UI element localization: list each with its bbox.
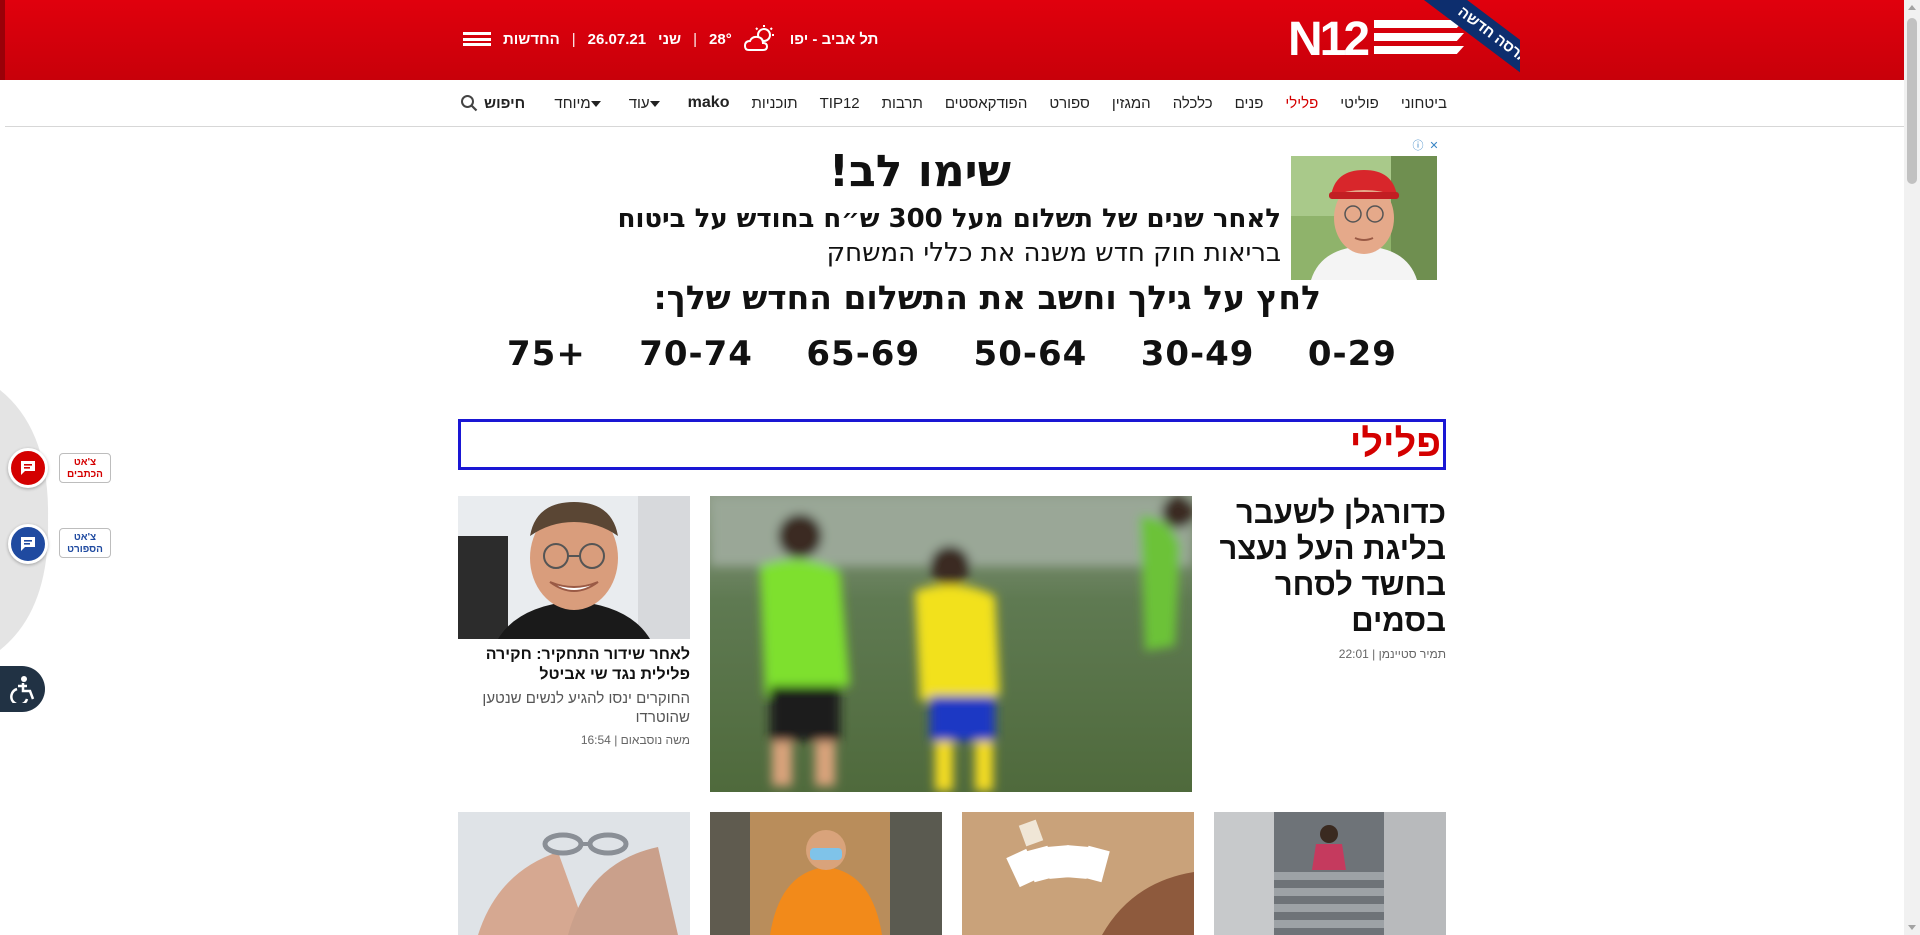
article-thumbnail-court[interactable] [710, 812, 942, 935]
ad-title: שימו לב! [828, 146, 1011, 197]
news-menu-group: תל אביב - יפו 28° | שני 26.07.21 | החדשו… [463, 24, 878, 54]
age-option[interactable]: 65-69 [806, 334, 920, 374]
chat-sport-button[interactable] [8, 524, 48, 564]
byline: משה נוסבאום | 16:54 [458, 733, 690, 747]
byline: תמיר סטיינמן | 22:01 [1214, 647, 1446, 661]
info-icon[interactable]: ⓘ [1411, 138, 1425, 154]
partly-cloudy-icon [743, 25, 774, 51]
section-title[interactable]: פלילי [1350, 422, 1441, 466]
top-header: תל אביב - יפו 28° | שני 26.07.21 | החדשו… [0, 0, 1904, 80]
nav-item-criminal[interactable]: פלילי [1285, 95, 1318, 112]
hamburger-icon[interactable] [463, 32, 491, 46]
separator: | [693, 30, 698, 48]
main-nav: ביטחוני פוליטי פלילי פנים כלכלה המגזין ס… [5, 80, 1904, 127]
separator: | [1372, 647, 1376, 661]
nav-item-magazine[interactable]: המגזין [1112, 95, 1151, 112]
time: 22:01 [1338, 647, 1369, 661]
article-thumbnail-stairs[interactable] [1214, 812, 1446, 935]
accessibility-button[interactable] [0, 666, 45, 712]
nav-item-sport[interactable]: ספורט [1049, 95, 1090, 112]
age-option[interactable]: 30-49 [1141, 334, 1255, 374]
search-label: חיפוש [484, 94, 526, 112]
ad-line-1: לאחר שנים של תשלום מעל 300 ש״ח בחודש על … [617, 204, 1281, 234]
vertical-scrollbar[interactable] [1904, 0, 1920, 935]
time: 16:54 [580, 733, 611, 747]
side-article-subtitle: החוקרים ינסו להגיע לנשים שנטען שהוטרדו [482, 690, 690, 726]
nav-item-mako[interactable]: mako [688, 94, 730, 112]
n12-logo[interactable]: N12 גרסה חדשה [1288, 0, 1520, 80]
scrollbar-thumb[interactable] [1907, 18, 1917, 184]
news-menu-label[interactable]: החדשות [503, 31, 560, 48]
nav-item-politics[interactable]: פוליטי [1340, 95, 1379, 112]
chat-writers-label[interactable]: צ'אט הכתבים [59, 453, 111, 483]
age-option[interactable]: 70-74 [639, 334, 753, 374]
nav-item-tip12[interactable]: TIP12 [820, 95, 860, 112]
nav-item-culture[interactable]: תרבות [882, 95, 923, 112]
ad-cta: לחץ על גילך וחשב את התשלום החדש שלך: [653, 278, 1321, 317]
day-label: שני [658, 30, 682, 48]
logo-text: N12 [1288, 13, 1370, 66]
nav-item-domestic[interactable]: פנים [1235, 95, 1264, 112]
search-button[interactable]: חיפוש [460, 88, 580, 118]
close-icon[interactable]: ✕ [1427, 138, 1441, 154]
location-label: תל אביב - יפו [789, 30, 879, 48]
separator: | [571, 30, 576, 48]
main-article-image[interactable] [710, 496, 1192, 792]
side-article[interactable]: לאחר שידור התחקיר: חקירה פלילית נגד שי א… [458, 496, 690, 747]
accessibility-icon [9, 676, 34, 703]
separator: | [614, 733, 618, 747]
nav-item-economy[interactable]: כלכלה [1173, 95, 1213, 112]
author: משה נוסבאום [620, 733, 690, 747]
ad-choices[interactable]: ⓘ ✕ [1411, 138, 1441, 154]
side-article-title[interactable]: לאחר שידור התחקיר: חקירה פלילית נגד שי א… [458, 645, 690, 685]
search-icon [461, 95, 478, 112]
side-article-image[interactable] [458, 496, 690, 639]
ad-photo [1291, 156, 1437, 280]
advertisement[interactable]: ⓘ ✕ שימו לב! לאחר שנים של תשלום מעל 300 … [457, 138, 1441, 378]
main-article-title[interactable]: כדורגלן לשעבר בליגת העל נעצר בחשד לסחר ב… [1214, 495, 1447, 639]
scroll-down-arrow[interactable] [1908, 925, 1916, 930]
temperature: 28° [709, 30, 732, 48]
main-article[interactable]: כדורגלן לשעבר בליגת העל נעצר בחשד לסחר ב… [1214, 495, 1447, 661]
nav-item-security[interactable]: ביטחוני [1401, 95, 1447, 112]
chat-sport-label[interactable]: צ'אט הספורט [59, 528, 111, 558]
section-header: פלילי [458, 419, 1446, 470]
chat-writers-button[interactable] [8, 448, 48, 488]
ad-age-options: 75+ 70-74 65-69 50-64 30-49 0-29 [507, 334, 1397, 374]
age-option[interactable]: 0-29 [1308, 334, 1397, 374]
scroll-up-arrow[interactable] [1908, 5, 1916, 10]
article-thumbnail-handcuffs[interactable] [458, 812, 690, 935]
article-thumbnail-cards[interactable] [962, 812, 1194, 935]
floating-rail [0, 390, 49, 650]
age-option[interactable]: 75+ [507, 334, 586, 374]
age-option[interactable]: 50-64 [974, 334, 1088, 374]
nav-item-more[interactable]: עוד [629, 95, 666, 112]
date-label: 26.07.21 [587, 30, 647, 48]
logo-stripes [1374, 20, 1464, 58]
chat-icon [21, 537, 35, 551]
chat-icon [21, 461, 35, 475]
ad-line-2: בריאות חוק חדש משנה את כללי המשחק [826, 238, 1281, 268]
nav-item-shows[interactable]: תוכניות [751, 95, 797, 112]
nav-item-podcasts[interactable]: הפודקאסטים [945, 95, 1028, 112]
nav-items: ביטחוני פוליטי פלילי פנים כלכלה המגזין ס… [554, 80, 1447, 126]
author: תמיר סטיינמן [1378, 647, 1446, 661]
